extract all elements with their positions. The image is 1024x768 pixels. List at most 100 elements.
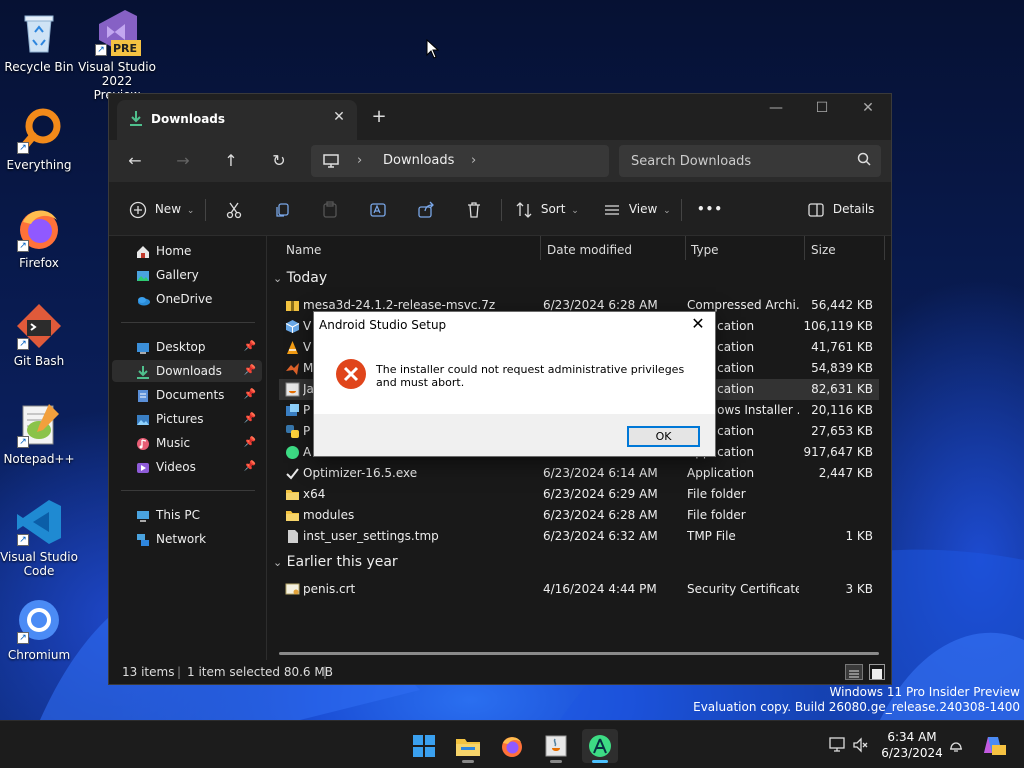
paste-button[interactable] — [321, 199, 339, 221]
desktop-icon-notepad-plus-plus[interactable]: ↗ Notepad++ — [0, 400, 78, 466]
file-row[interactable]: Optimizer-16.5.exe 6/23/2024 6:14 AM Appli… — [279, 463, 879, 484]
file-size: 106,119 KB — [803, 319, 873, 333]
java-setup-icon — [544, 734, 568, 761]
delete-button[interactable] — [465, 199, 483, 221]
notepad-plus-plus-icon: ↗ — [15, 400, 63, 448]
forward-button[interactable]: → — [171, 149, 195, 173]
git-bash-icon: ↗ — [15, 302, 63, 350]
notification-bell-icon[interactable] — [948, 736, 964, 757]
network-status-icon[interactable] — [828, 736, 846, 757]
tab-downloads[interactable]: Downloads ✕ — [117, 100, 357, 140]
sidebar-item-home[interactable]: Home — [112, 240, 262, 262]
file-row[interactable]: x64 6/23/2024 6:29 AM File folder — [279, 484, 879, 505]
column-header-size[interactable]: Size — [811, 241, 836, 265]
sort-button[interactable]: Sort ⌄ — [515, 199, 579, 221]
see-more-button[interactable]: ••• — [697, 199, 723, 221]
up-button[interactable]: ↑ — [219, 149, 243, 173]
new-button[interactable]: New ⌄ — [129, 199, 194, 221]
back-button[interactable]: ← — [123, 149, 147, 173]
chevron-down-icon: ⌄ — [273, 556, 283, 569]
clipboard-icon — [321, 200, 339, 218]
new-tab-button[interactable]: + — [369, 106, 389, 127]
refresh-button[interactable]: ↻ — [267, 149, 291, 173]
desktop-icon-chromium[interactable]: ↗ Chromium — [0, 596, 78, 662]
file-type: File folder — [687, 508, 746, 522]
sidebar-item-label: Downloads — [156, 364, 222, 378]
chevron-down-icon: ⌄ — [663, 206, 671, 216]
taskbar-firefox[interactable] — [494, 729, 530, 763]
desktop-icon-visual-studio-preview[interactable]: PRE ↗ Visual Studio 2022 Preview — [78, 8, 156, 102]
rename-button[interactable] — [369, 199, 387, 221]
tab-close-button[interactable]: ✕ — [329, 109, 349, 129]
sidebar-item-downloads[interactable]: Downloads 📌 — [112, 360, 262, 382]
details-pane-button[interactable]: Details — [807, 199, 874, 221]
volume-muted-icon[interactable] — [852, 736, 870, 757]
error-icon — [335, 358, 367, 390]
shortcut-arrow-icon: ↗ — [17, 632, 29, 644]
dialog-close-button[interactable]: ✕ — [687, 314, 709, 334]
start-button[interactable] — [406, 729, 442, 763]
sidebar-item-documents[interactable]: Documents 📌 — [112, 384, 262, 406]
shortcut-arrow-icon: ↗ — [17, 534, 29, 546]
running-indicator — [592, 760, 608, 763]
file-row[interactable]: inst_user_settings.tmp 6/23/2024 6:32 AM T… — [279, 526, 879, 547]
sidebar-item-gallery[interactable]: Gallery — [112, 264, 262, 286]
watermark-line: Evaluation copy. Build 26080.ge_release.… — [693, 700, 1020, 714]
column-divider[interactable] — [804, 236, 805, 260]
address-bar[interactable]: › Downloads › — [311, 145, 609, 177]
system-clock[interactable]: 6:34 AM 6/23/2024 — [872, 729, 952, 761]
archive-icon — [285, 298, 300, 313]
taskbar-file-explorer[interactable] — [450, 729, 486, 763]
breadcrumb-chevron-icon[interactable]: › — [471, 153, 476, 168]
group-header-earlier-this-year[interactable]: ⌄ Earlier this year — [273, 554, 398, 570]
search-input[interactable] — [631, 152, 851, 170]
column-header-name[interactable]: Name — [286, 241, 321, 265]
sidebar-item-network[interactable]: Network — [112, 528, 262, 550]
sidebar-item-music[interactable]: Music 📌 — [112, 432, 262, 454]
desktop-icon-git-bash[interactable]: ↗ Git Bash — [0, 302, 78, 368]
shortcut-arrow-icon: ↗ — [17, 240, 29, 252]
column-divider[interactable] — [685, 236, 686, 260]
sidebar-item-pictures[interactable]: Pictures 📌 — [112, 408, 262, 430]
share-button[interactable] — [417, 199, 435, 221]
file-size: 82,631 KB — [811, 382, 873, 396]
minimize-button[interactable]: — — [761, 100, 791, 120]
file-row[interactable]: penis.crt 4/16/2024 4:44 PM Security Certi… — [279, 579, 879, 600]
ok-button[interactable]: OK — [627, 426, 700, 447]
group-header-today[interactable]: ⌄ Today — [273, 270, 327, 286]
taskbar-android-studio[interactable] — [582, 729, 618, 763]
title-bar: Downloads ✕ + — ☐ ✕ — [109, 94, 891, 140]
file-size: 27,653 KB — [811, 424, 873, 438]
sidebar-item-label: Pictures — [156, 412, 204, 426]
desktop-icon-firefox[interactable]: ↗ Firefox — [0, 204, 78, 270]
column-divider[interactable] — [884, 236, 885, 260]
sidebar-item-desktop[interactable]: Desktop 📌 — [112, 336, 262, 358]
column-divider[interactable] — [540, 236, 541, 260]
sidebar-item-videos[interactable]: Videos 📌 — [112, 456, 262, 478]
taskbar-java-setup[interactable] — [538, 729, 574, 763]
downloads-icon — [136, 364, 150, 379]
file-size: 3 KB — [845, 582, 873, 596]
sidebar-item-this-pc[interactable]: This PC — [112, 504, 262, 526]
desktop-icon-everything[interactable]: ↗ Everything — [0, 106, 78, 172]
copy-button[interactable] — [273, 199, 291, 221]
breadcrumb-downloads[interactable]: Downloads — [383, 153, 454, 168]
cut-button[interactable] — [225, 199, 243, 221]
pictures-icon — [136, 412, 150, 426]
copilot-icon[interactable] — [980, 733, 1006, 760]
desktop-icon-recycle-bin[interactable]: Recycle Bin — [0, 8, 78, 74]
tiles-view-toggle[interactable] — [869, 664, 885, 680]
chevron-down-icon: ⌄ — [186, 206, 195, 216]
horizontal-scrollbar[interactable] — [279, 652, 879, 655]
file-row[interactable]: modules 6/23/2024 6:28 AM File folder — [279, 505, 879, 526]
desktop-icon-vscode[interactable]: ↗ Visual Studio Code — [0, 498, 78, 578]
view-button[interactable]: View ⌄ — [603, 199, 671, 221]
desktop-icon-label: Code — [23, 564, 55, 578]
sidebar-item-onedrive[interactable]: OneDrive — [112, 288, 262, 310]
column-header-type[interactable]: Type — [691, 241, 719, 265]
details-view-toggle[interactable] — [845, 664, 863, 680]
search-box[interactable] — [619, 145, 881, 177]
window-close-button[interactable]: ✕ — [853, 100, 883, 120]
column-header-date-modified[interactable]: Date modified — [547, 241, 632, 265]
maximize-button[interactable]: ☐ — [807, 100, 837, 120]
